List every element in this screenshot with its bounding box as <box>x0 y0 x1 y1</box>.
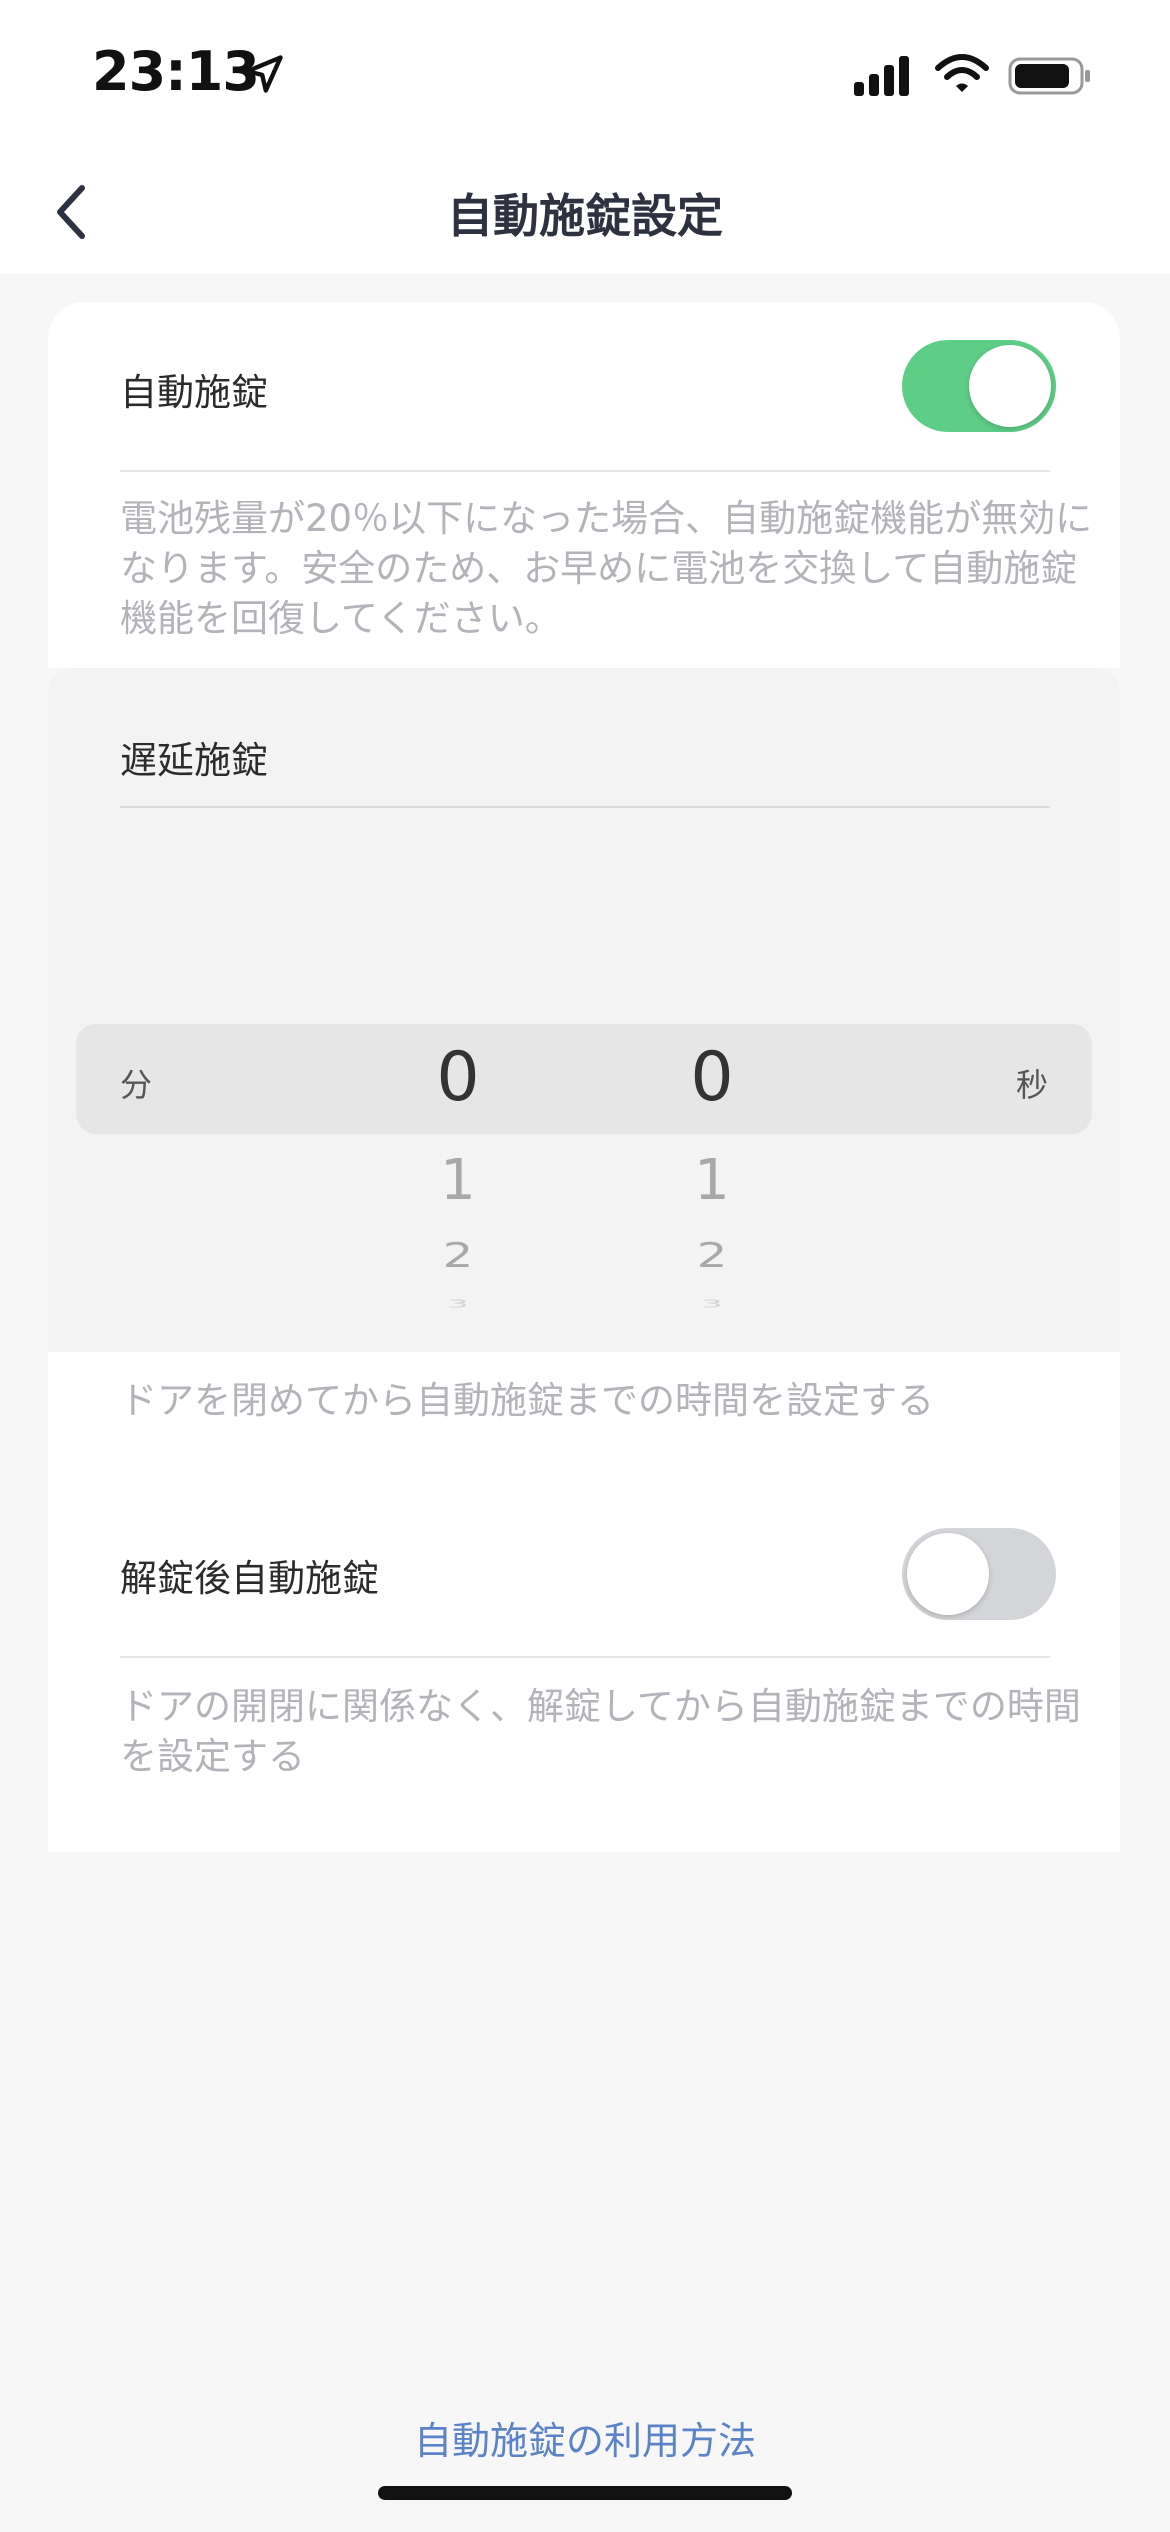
auto-lock-toggle[interactable] <box>902 340 1056 432</box>
picker-selection-highlight <box>76 1024 1092 1134</box>
page-title: 自動施錠設定 <box>447 189 723 243</box>
divider <box>120 470 1050 472</box>
minutes-unit-label: 分 <box>120 1066 153 1104</box>
divider <box>120 806 1050 808</box>
seconds-selected-value: 0 <box>690 1038 734 1117</box>
battery-icon <box>1008 57 1090 95</box>
toggle-knob <box>907 1533 989 1615</box>
status-bar: 23:13 <box>0 0 1170 150</box>
auto-lock-label: 自動施錠 <box>120 371 268 414</box>
navigation-bar: 自動施錠設定 <box>0 150 1170 274</box>
auto-lock-description: 電池残量が20％以下になった場合、自動施錠機能が無効になります。安全のため、お早… <box>120 497 1093 640</box>
signal-icon <box>854 56 909 96</box>
minutes-option: 1 <box>440 1148 476 1213</box>
picker-fade <box>48 1282 1120 1352</box>
seconds-option: 2 <box>696 1236 728 1276</box>
delay-lock-card: 遅延施錠 分 秒 0 1 2 3 0 1 2 3 <box>48 668 1120 1352</box>
status-time: 23:13 <box>92 40 260 103</box>
minutes-option: 2 <box>442 1236 474 1276</box>
auto-lock-card: 自動施錠 <box>48 302 1120 470</box>
seconds-unit-label: 秒 <box>1015 1066 1048 1104</box>
auto-lock-help-link[interactable]: 自動施錠の利用方法 <box>0 2410 1170 2465</box>
unlock-auto-lock-toggle[interactable] <box>902 1528 1056 1620</box>
location-arrow-icon <box>245 55 283 93</box>
auto-lock-description-block: 電池残量が20％以下になった場合、自動施錠機能が無効になります。安全のため、お早… <box>48 470 1120 668</box>
delay-lock-description: ドアを閉めてから自動施錠までの時間を設定する <box>120 1379 934 1422</box>
home-indicator <box>378 2486 792 2500</box>
unlock-auto-lock-description: ドアの開閉に関係なく、解錠してから自動施錠までの時間を設定する <box>120 1685 1081 1778</box>
auto-lock-settings-screen: 23:13 自動施錠設定 自動施錠 電池残量が20％以下になった場合、自動施錠機… <box>0 0 1170 2532</box>
divider <box>120 1656 1050 1658</box>
unlock-auto-lock-card: ドアを閉めてから自動施錠までの時間を設定する 解錠後自動施錠 ドアの開閉に関係な… <box>48 1352 1120 1852</box>
unlock-auto-lock-label: 解錠後自動施錠 <box>120 1557 379 1600</box>
seconds-option: 1 <box>694 1148 730 1213</box>
minutes-selected-value: 0 <box>436 1038 480 1117</box>
delay-lock-label: 遅延施錠 <box>120 739 268 782</box>
toggle-knob <box>969 345 1051 427</box>
wifi-icon <box>935 54 989 92</box>
